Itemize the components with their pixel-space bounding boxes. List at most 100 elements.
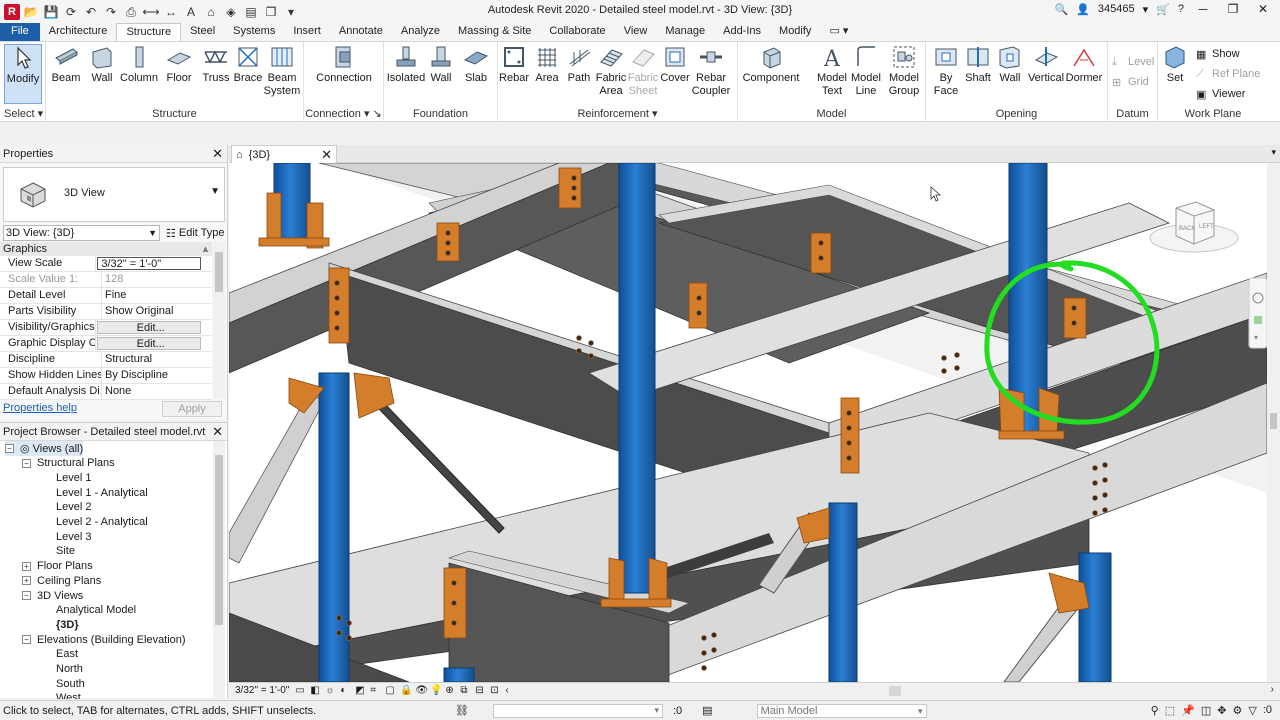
- tree-item[interactable]: {3D}: [56, 617, 79, 632]
- view-tab-3d[interactable]: ⌂ {3D} ✕: [231, 145, 337, 163]
- tree-item[interactable]: + Floor Plans: [22, 559, 93, 574]
- lock-view-icon[interactable]: 🔒: [400, 685, 412, 696]
- scrollbar-thumb[interactable]: [1270, 413, 1277, 429]
- show-crop-icon[interactable]: ▢: [385, 685, 396, 696]
- scroll-left-icon[interactable]: ‹: [505, 685, 516, 696]
- ref-plane-button[interactable]: ⟋ Ref Plane: [1196, 68, 1260, 80]
- redo-icon[interactable]: ↷: [102, 3, 120, 21]
- section-icon[interactable]: ◈: [222, 3, 240, 21]
- analytical-model-icon[interactable]: ⊕: [445, 685, 456, 696]
- restore-button[interactable]: ❐: [1222, 2, 1244, 16]
- rebar-coupler-button[interactable]: Rebar Coupler: [691, 44, 731, 98]
- sun-path-icon[interactable]: ☼: [325, 685, 336, 696]
- expand-icon[interactable]: +: [22, 576, 31, 586]
- wall-opening-button[interactable]: Wall: [990, 44, 1030, 85]
- property-value[interactable]: Show Original: [102, 304, 212, 319]
- property-row[interactable]: Graphic Display Op...Edit...: [0, 336, 212, 352]
- scrollbar-thumb[interactable]: [215, 252, 223, 292]
- tree-item[interactable]: East: [56, 647, 78, 662]
- reveal-hidden-icon[interactable]: 💡: [430, 685, 442, 696]
- scrollbar-thumb[interactable]: [215, 455, 223, 625]
- tree-item[interactable]: Level 2: [56, 500, 91, 515]
- property-row[interactable]: View Scale 3/32" = 1'-0": [0, 256, 212, 272]
- tab-steel[interactable]: Steel: [181, 23, 224, 41]
- apply-button[interactable]: Apply: [162, 401, 222, 417]
- property-row[interactable]: Discipline Structural: [0, 352, 212, 368]
- dormer-button[interactable]: Dormer: [1064, 44, 1104, 85]
- property-row[interactable]: Show Hidden Lines By Discipline: [0, 368, 212, 384]
- select-label[interactable]: Select ▾: [0, 107, 45, 120]
- tab-analyze[interactable]: Analyze: [392, 23, 449, 41]
- tab-add-ins[interactable]: Add-Ins: [714, 23, 770, 41]
- graphics-group-header[interactable]: Graphics ⩓: [0, 242, 212, 256]
- select-pinned-icon[interactable]: 📌: [1181, 704, 1195, 717]
- default-3d-icon[interactable]: ⌂: [202, 3, 220, 21]
- print-icon[interactable]: ⎙: [122, 3, 140, 21]
- show-worksets-icon[interactable]: ⊡: [490, 685, 501, 696]
- detail-level-icon[interactable]: ▭: [295, 685, 306, 696]
- level-button[interactable]: ⤓ Level: [1112, 56, 1154, 68]
- steel-model-drawing[interactable]: BACK LEFT ▾: [229, 163, 1267, 682]
- modify-button[interactable]: Modify: [4, 44, 42, 104]
- edit-button[interactable]: Edit...: [97, 321, 201, 334]
- tab-file[interactable]: File: [0, 23, 40, 41]
- user-dropdown-icon[interactable]: ▾: [1143, 3, 1149, 16]
- tree-item[interactable]: Level 1: [56, 470, 91, 485]
- property-value[interactable]: By Discipline: [102, 368, 212, 383]
- tree-item[interactable]: − Structural Plans: [22, 456, 115, 471]
- close-icon[interactable]: ✕: [212, 145, 223, 163]
- background-process-icon[interactable]: ⚙: [1232, 704, 1242, 717]
- zoom-icon[interactable]: [1254, 316, 1262, 324]
- browser-scrollbar[interactable]: [213, 441, 225, 699]
- close-button[interactable]: ✕: [1252, 2, 1274, 16]
- tab-modify[interactable]: Modify: [770, 23, 820, 41]
- tree-item[interactable]: Level 1 - Analytical: [56, 485, 148, 500]
- cart-icon[interactable]: 🛒: [1156, 3, 1170, 16]
- collapse-icon[interactable]: −: [22, 635, 31, 645]
- tab-collaborate[interactable]: Collaborate: [540, 23, 614, 41]
- view-scale-control[interactable]: 3/32" = 1'-0": [229, 685, 289, 696]
- chevron-down-icon[interactable]: ▼: [210, 186, 220, 197]
- collapse-icon[interactable]: −: [5, 444, 14, 453]
- viewcube-left-label[interactable]: LEFT: [1199, 224, 1214, 230]
- property-row[interactable]: Visibility/Graphics ...Edit...: [0, 320, 212, 336]
- select-underlay-icon[interactable]: ⬚: [1165, 704, 1175, 717]
- horizontal-scroll-thumb[interactable]: [889, 686, 901, 696]
- shadows-icon[interactable]: ◐: [340, 685, 351, 696]
- properties-help-link[interactable]: Properties help: [3, 402, 77, 414]
- property-value[interactable]: Fine: [102, 288, 212, 303]
- cover-button[interactable]: Cover: [655, 44, 695, 85]
- beam-system-button[interactable]: Beam System: [262, 44, 302, 98]
- tab-annotate[interactable]: Annotate: [330, 23, 392, 41]
- dimension-icon[interactable]: ↔: [162, 3, 180, 21]
- undo-icon[interactable]: ↶: [82, 3, 100, 21]
- show-workplane-button[interactable]: ▦ Show: [1196, 48, 1240, 61]
- drag-elements-icon[interactable]: ✥: [1217, 704, 1226, 717]
- customize-qat-icon[interactable]: ▾: [282, 3, 300, 21]
- tree-item[interactable]: South: [56, 676, 85, 691]
- slab-button[interactable]: Slab: [456, 44, 496, 85]
- reinforcement-label[interactable]: Reinforcement ▾: [498, 107, 737, 120]
- viewcube-back-label[interactable]: BACK: [1179, 226, 1195, 232]
- tree-item[interactable]: − Elevations (Building Elevation): [22, 632, 186, 647]
- instance-filter-select[interactable]: 3D View: {3D} ▼: [3, 225, 160, 241]
- tree-item[interactable]: Level 2 - Analytical: [56, 515, 148, 530]
- temporary-hide-icon[interactable]: 👁: [415, 685, 428, 696]
- close-icon[interactable]: ✕: [321, 147, 332, 163]
- property-row[interactable]: Parts Visibility Show Original: [0, 304, 212, 320]
- component-button[interactable]: Component: [740, 44, 802, 85]
- tab-structure[interactable]: Structure: [116, 23, 182, 41]
- model-line-button[interactable]: Model Line: [846, 44, 886, 98]
- save-icon[interactable]: 💾: [42, 3, 60, 21]
- nav-menu-icon[interactable]: ▾: [1254, 333, 1258, 342]
- floor-button[interactable]: Floor: [159, 44, 199, 85]
- tree-item[interactable]: West: [56, 691, 81, 699]
- workset-icon[interactable]: ⛓: [455, 704, 469, 717]
- tab-massing-site[interactable]: Massing & Site: [449, 23, 540, 41]
- tab-view[interactable]: View: [615, 23, 657, 41]
- collapse-icon[interactable]: ⩓: [203, 242, 208, 256]
- 3d-viewport[interactable]: BACK LEFT ▾: [229, 163, 1267, 682]
- constraints-icon[interactable]: ⊟: [475, 685, 486, 696]
- collapse-icon[interactable]: −: [22, 458, 31, 468]
- column-button[interactable]: Column: [119, 44, 159, 85]
